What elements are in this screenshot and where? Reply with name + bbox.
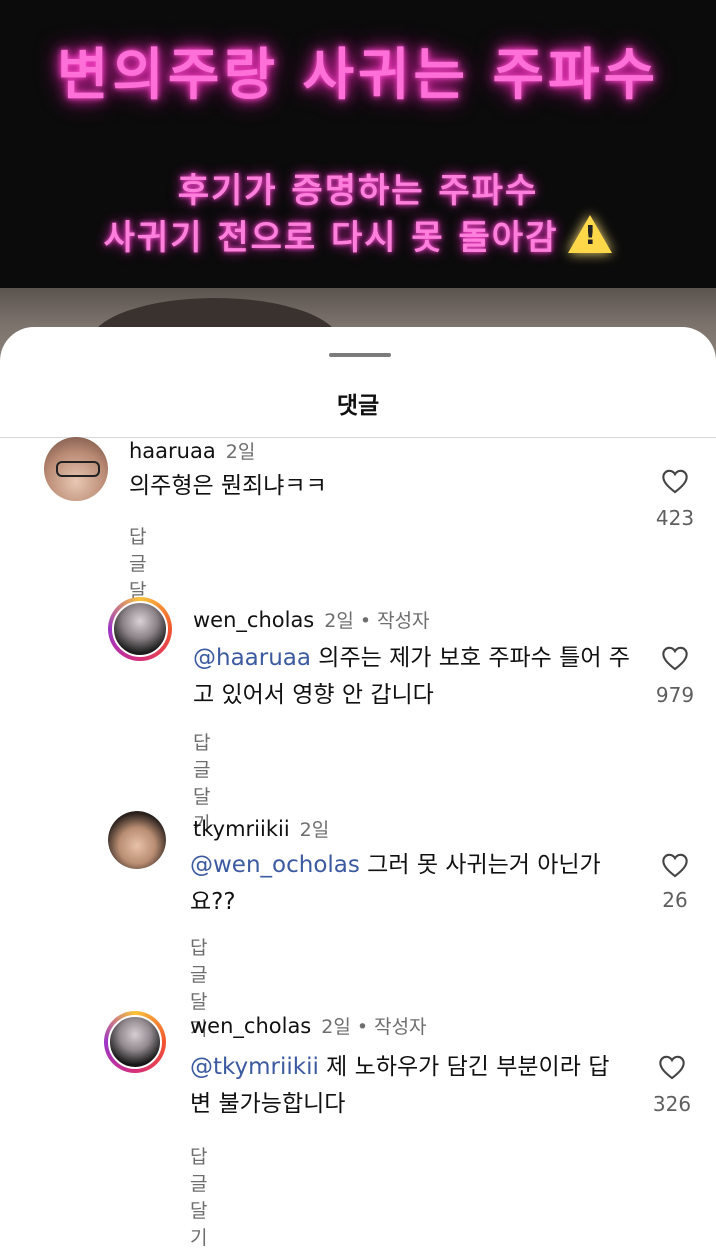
comment-username[interactable]: wen_cholas 2일 • 작성자: [193, 606, 430, 633]
username-text[interactable]: haaruaa: [129, 439, 216, 463]
username-text[interactable]: tkymriikii: [193, 817, 290, 841]
author-badge: • 작성자: [356, 1016, 427, 1038]
author-badge: • 작성자: [359, 610, 430, 632]
comment-time: 2일: [225, 441, 256, 463]
avatar[interactable]: [108, 597, 172, 661]
comment-body: @wen_ocholas 그러 못 사귀는거 아닌가요??: [190, 847, 635, 921]
avatar-photo: [112, 601, 168, 657]
video-title: 변의주랑 사귀는 주파수: [56, 43, 660, 108]
comment-username[interactable]: tkymriikii 2일: [193, 815, 329, 842]
mention-link[interactable]: @tkymriikii: [190, 1054, 319, 1080]
heart-icon[interactable]: [661, 852, 689, 878]
avatar[interactable]: [108, 811, 166, 869]
comment-username[interactable]: wen_cholas 2일 • 작성자: [190, 1012, 427, 1039]
video-background: 변의주랑 사귀는 주파수 후기가 증명하는 주파수 사귀기 전으로 다시 못 돌…: [0, 0, 716, 360]
comment-time: 2일: [299, 819, 330, 841]
like-count: 423: [655, 506, 695, 530]
comments-sheet: 댓글 haaruaa 2일 의주형은 뭔죄냐ㅋㅋ 답글 달기 423 wen_ch…: [0, 327, 716, 1249]
avatar-photo: [108, 811, 166, 869]
comment-body: @tkymriikii 제 노하우가 담긴 부분이라 답변 불가능합니다: [190, 1049, 615, 1123]
comment-time: 2일: [321, 1016, 351, 1038]
video-subtitle-line2-text: 사귀기 전으로 다시 못 돌아감: [103, 218, 559, 258]
sheet-divider: [0, 437, 716, 438]
like-count: 979: [655, 683, 695, 707]
comment-time: 2일: [324, 610, 354, 632]
like-count: 326: [652, 1092, 692, 1116]
mention-link[interactable]: @haaruaa: [193, 645, 311, 671]
comment-body: @haaruaa 의주는 제가 보호 주파수 틀어 주고 있어서 영향 안 갑니…: [193, 640, 633, 714]
heart-icon[interactable]: [658, 1054, 686, 1080]
video-subtitle-line2: 사귀기 전으로 다시 못 돌아감: [0, 210, 716, 259]
comment-text: 의주형은 뭔죄냐ㅋㅋ: [129, 473, 327, 499]
username-text[interactable]: wen_cholas: [193, 608, 314, 632]
glasses-shape: [56, 461, 100, 477]
comment-body: 의주형은 뭔죄냐ㅋㅋ: [129, 468, 599, 505]
avatar-photo: [108, 1015, 162, 1069]
video-subtitle-line1: 후기가 증명하는 주파수: [177, 171, 539, 211]
avatar[interactable]: [44, 437, 108, 501]
warning-icon: [568, 215, 613, 253]
reply-button[interactable]: 답글 달기: [190, 1142, 207, 1250]
heart-icon[interactable]: [661, 645, 689, 671]
heart-icon[interactable]: [661, 468, 689, 494]
like-count: 26: [662, 888, 688, 912]
sheet-drag-handle[interactable]: [329, 353, 391, 357]
mention-link[interactable]: @wen_ocholas: [190, 852, 360, 878]
comment-username[interactable]: haaruaa 2일: [129, 437, 255, 464]
username-text[interactable]: wen_cholas: [190, 1014, 311, 1038]
sheet-title: 댓글: [336, 393, 380, 419]
avatar[interactable]: [104, 1011, 166, 1073]
